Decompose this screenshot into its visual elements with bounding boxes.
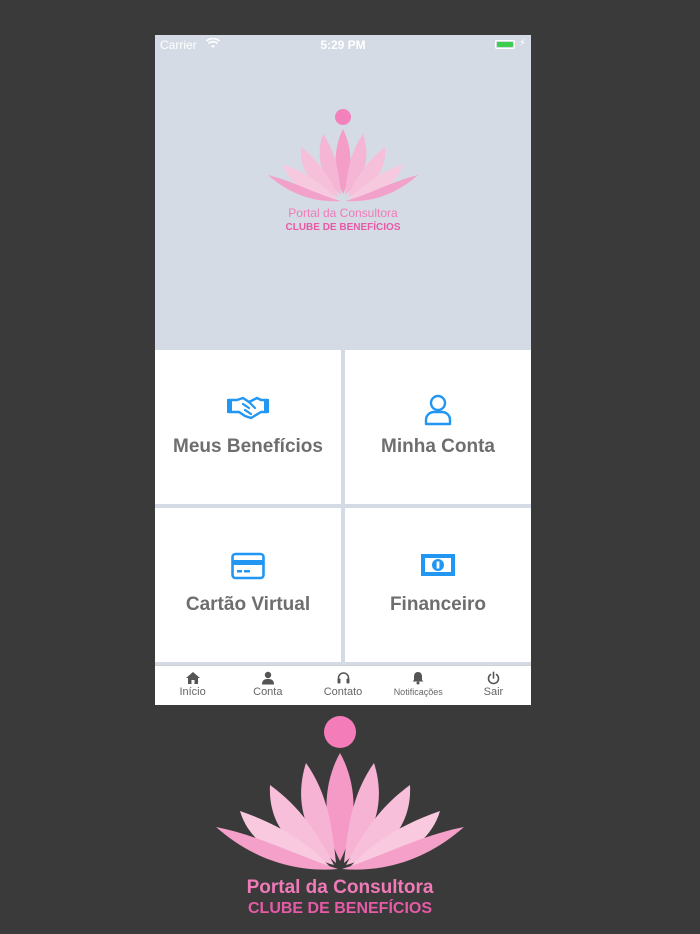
tab-conta[interactable]: Conta: [230, 666, 305, 705]
logo-subtitle: CLUBE DE BENEFÍCIOS: [248, 898, 432, 917]
lotus-logo-icon: Portal da Consultora CLUBE DE BENEFÍCIOS: [268, 109, 418, 233]
tab-notificacoes[interactable]: Notificações: [381, 666, 456, 705]
user-icon: [261, 671, 274, 685]
tab-label: Contato: [323, 686, 363, 698]
tile-meus-beneficios[interactable]: Meus Benefícios: [155, 350, 341, 504]
tile-label: Cartão Virtual: [185, 594, 311, 615]
logo-title: Portal da Consultora: [288, 206, 398, 220]
tab-label: Sair: [483, 686, 504, 698]
home-icon: [185, 672, 200, 684]
status-bar: Carrier 5:29 PM ⚡: [155, 35, 531, 55]
tile-financeiro[interactable]: Financeiro: [345, 508, 531, 662]
lotus-logo-icon: Portal da Consultora CLUBE DE BENEFÍCIOS: [216, 716, 464, 917]
charging-icon: ⚡: [518, 38, 526, 49]
tile-label: Financeiro: [389, 594, 487, 615]
tile-label: Meus Benefícios: [173, 436, 323, 457]
handshake-icon: [155, 394, 341, 426]
status-time: 5:29 PM: [320, 38, 366, 52]
tab-label: Início: [179, 686, 206, 698]
tab-label: Notificações: [393, 687, 443, 697]
credit-card-icon: [155, 552, 341, 584]
battery-icon: [495, 40, 515, 49]
tile-minha-conta[interactable]: Minha Conta: [345, 350, 531, 504]
tab-inicio[interactable]: Início: [155, 666, 230, 705]
tile-cartao-virtual[interactable]: Cartão Virtual: [155, 508, 341, 662]
tab-contato[interactable]: Contato: [305, 666, 380, 705]
phone-screen: Carrier 5:29 PM ⚡ Portal da Consultora C…: [155, 35, 531, 705]
tile-label: Minha Conta: [381, 436, 495, 457]
menu-grid: Meus Benefícios Minha Conta Cartão Virtu…: [155, 349, 531, 665]
tab-label: Conta: [253, 686, 283, 698]
headset-icon: [337, 672, 349, 684]
money-bill-icon: [345, 552, 531, 584]
tab-sair[interactable]: Sair: [456, 666, 531, 705]
tab-bar: Início Conta Contato Notificações Sair: [155, 665, 531, 705]
logo-subtitle: CLUBE DE BENEFÍCIOS: [285, 220, 400, 233]
logo-title: Portal da Consultora: [247, 877, 434, 898]
user-icon: [345, 394, 531, 426]
bell-icon: [412, 672, 424, 685]
power-icon: [487, 671, 500, 685]
hero-banner: Portal da Consultora CLUBE DE BENEFÍCIOS: [155, 55, 531, 349]
